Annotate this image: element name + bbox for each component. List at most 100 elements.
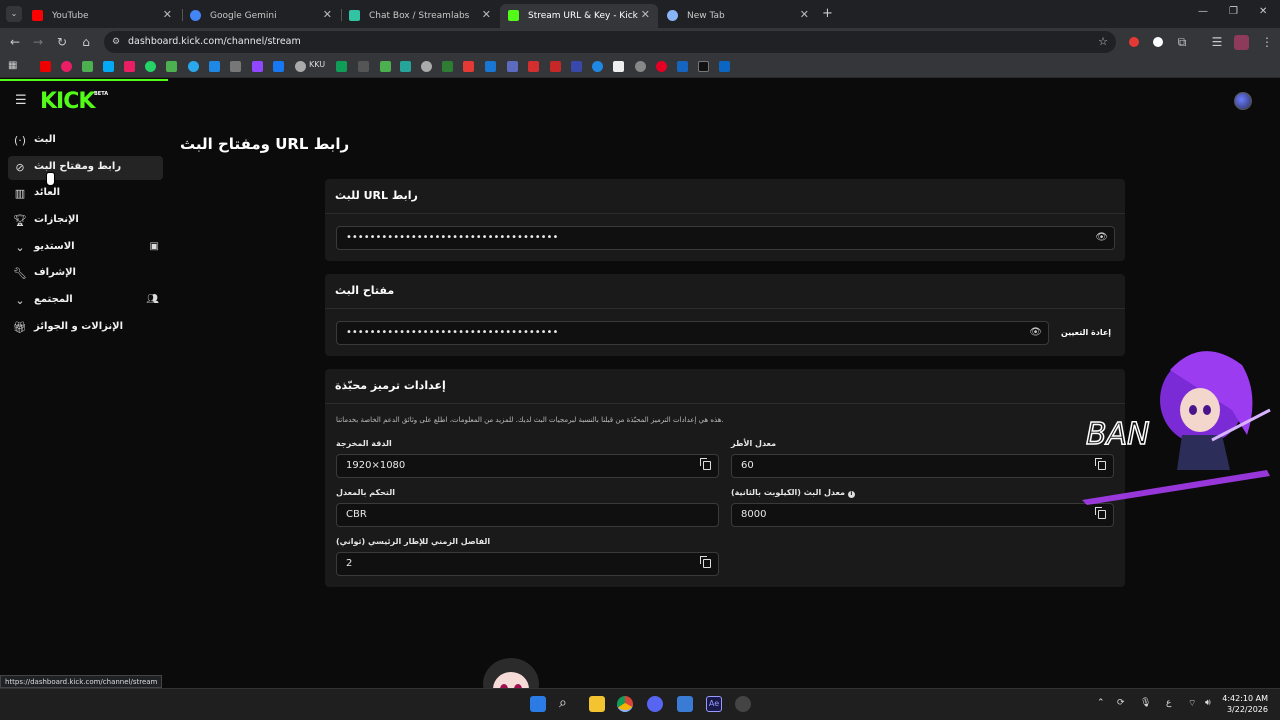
new-tab-button[interactable]: + [822,6,833,21]
bookmark-icon[interactable] [273,61,284,72]
minimize-button[interactable]: — [1198,6,1208,17]
bookmark-icon[interactable] [40,61,51,72]
app-tray-icon[interactable]: ⟳ [1117,698,1125,708]
keyframe-field[interactable]: 2 [336,552,719,576]
bookmark-icon[interactable] [166,61,177,72]
eye-icon[interactable]: 👁︎ [1029,322,1042,344]
apps-grid-icon[interactable]: ▦ [8,60,17,71]
tab-gemini[interactable]: Google Gemini ✕ [182,4,340,28]
close-icon[interactable]: ✕ [163,8,172,21]
sidebar-item-community[interactable]: ⌄ المجتمع 👥︎ [8,289,163,313]
bookmark-icon[interactable] [145,61,156,72]
tab-streamlabs[interactable]: Chat Box / Streamlabs ✕ [341,4,499,28]
info-icon[interactable]: i [847,491,855,498]
stream-key-field[interactable]: •••••••••••••••••••••••••••••••••••• 👁︎ [336,321,1049,345]
bookmark-icon[interactable] [463,61,474,72]
tab-new-tab[interactable]: New Tab ✕ [659,4,817,28]
copy-icon[interactable] [700,556,711,568]
settings-icon[interactable] [735,696,751,712]
eye-icon[interactable]: 👁︎ [1095,227,1108,249]
file-explorer-icon[interactable] [589,696,605,712]
hamburger-menu-icon[interactable]: ☰ [15,93,27,108]
bitrate-field[interactable]: 8000 [731,503,1114,527]
close-window-button[interactable]: ✕ [1259,6,1267,17]
bookmark-icon[interactable] [656,61,667,72]
copy-icon[interactable] [700,458,711,470]
bookmark-icon[interactable] [550,61,561,72]
bookmark-icon[interactable] [571,61,582,72]
start-button[interactable] [530,696,546,712]
chevron-up-icon[interactable]: ⌃ [1097,698,1105,708]
language-indicator[interactable]: ع [1166,698,1171,708]
after-effects-icon[interactable]: Ae [706,696,722,712]
bookmark-icon[interactable] [592,61,603,72]
bookmark-icon[interactable] [336,61,347,72]
bookmark-icon[interactable] [400,61,411,72]
site-info-icon[interactable]: ⚙ [112,31,120,53]
bookmark-label[interactable]: KKU [309,60,325,69]
chrome-icon[interactable] [617,696,633,712]
bookmark-icon[interactable] [507,61,518,72]
maximize-button[interactable]: ❐ [1229,6,1238,17]
bookmark-icon[interactable] [677,61,688,72]
address-bar[interactable]: ⚙ dashboard.kick.com/channel/stream ☆ [104,31,1116,53]
sidebar-item-stream-url-key[interactable]: ⊘ رابط ومفتاح البث [8,156,163,180]
forward-icon[interactable]: → [29,33,47,51]
microphone-icon[interactable]: 🎙︎ [1140,698,1151,708]
bookmark-icon[interactable] [635,61,646,72]
tab-youtube[interactable]: YouTube ✕ [24,4,180,28]
bookmark-icon[interactable] [230,61,241,72]
close-icon[interactable]: ✕ [800,8,809,21]
bookmark-icon[interactable] [61,61,72,72]
bookmark-icon[interactable] [698,61,709,72]
close-icon[interactable]: ✕ [482,8,491,21]
sidebar-item-drops-rewards[interactable]: 🎁︎ الإنزالات و الجوائز [8,316,163,340]
kebab-menu-icon[interactable]: ⋮ [1258,33,1276,51]
reading-list-icon[interactable]: ☰ [1208,33,1226,51]
bookmark-icon[interactable] [103,61,114,72]
sidebar-item-moderation[interactable]: 🔧︎ الإشراف [8,262,163,286]
sidebar-item-broadcast[interactable]: (·) البث [8,129,163,153]
extension-icon[interactable] [1129,37,1139,47]
user-avatar[interactable] [1234,92,1252,110]
app-icon[interactable] [677,696,693,712]
reload-icon[interactable]: ↻ [53,33,71,51]
search-icon[interactable]: ⌕ [559,695,567,711]
bookmark-icon[interactable] [719,61,730,72]
close-icon[interactable]: ✕ [641,8,650,21]
bookmark-star-icon[interactable]: ☆ [1098,31,1108,53]
sidebar-item-revenue[interactable]: ▥ العائد [8,182,163,206]
tab-kick-dashboard[interactable]: Stream URL & Key - Kick Dashb ✕ [500,4,658,28]
resolution-field[interactable]: 1920×1080 [336,454,719,478]
wifi-icon[interactable]: ⌔ [1188,698,1196,709]
bookmark-icon[interactable] [528,61,539,72]
bookmark-icon[interactable] [421,61,432,72]
copy-icon[interactable] [1095,507,1106,519]
bookmark-icon[interactable] [380,61,391,72]
bookmark-icon[interactable] [188,61,199,72]
profile-avatar[interactable] [1234,35,1249,50]
volume-icon[interactable]: 🔊︎ [1205,698,1211,708]
bookmark-icon[interactable] [295,61,306,72]
sidebar-item-achievements[interactable]: 🏆︎ الإنجازات [8,209,163,233]
bookmark-icon[interactable] [252,61,263,72]
close-icon[interactable]: ✕ [323,8,332,21]
rate-control-field[interactable]: CBR [336,503,719,527]
bookmark-icon[interactable] [442,61,453,72]
bookmark-icon[interactable] [209,61,220,72]
bookmark-icon[interactable] [124,61,135,72]
system-clock[interactable]: 4:42:10 AM 3/22/2026 [1220,693,1268,715]
home-icon[interactable]: ⌂ [77,33,95,51]
bookmark-icon[interactable] [485,61,496,72]
stream-url-field[interactable]: •••••••••••••••••••••••••••••••••••• 👁︎ [336,226,1115,250]
kick-logo[interactable]: KICK [40,89,95,114]
extensions-puzzle-icon[interactable]: ⧉ [1173,33,1191,51]
back-icon[interactable]: ← [6,33,24,51]
bookmark-icon[interactable] [358,61,369,72]
bookmark-icon[interactable] [613,61,624,72]
tab-search-button[interactable]: ⌄ [6,6,22,22]
sidebar-item-studio[interactable]: ⌄ الاستديو ▣ [8,236,163,260]
discord-icon[interactable] [647,696,663,712]
extension-icon[interactable] [1153,37,1163,47]
framerate-field[interactable]: 60 [731,454,1114,478]
